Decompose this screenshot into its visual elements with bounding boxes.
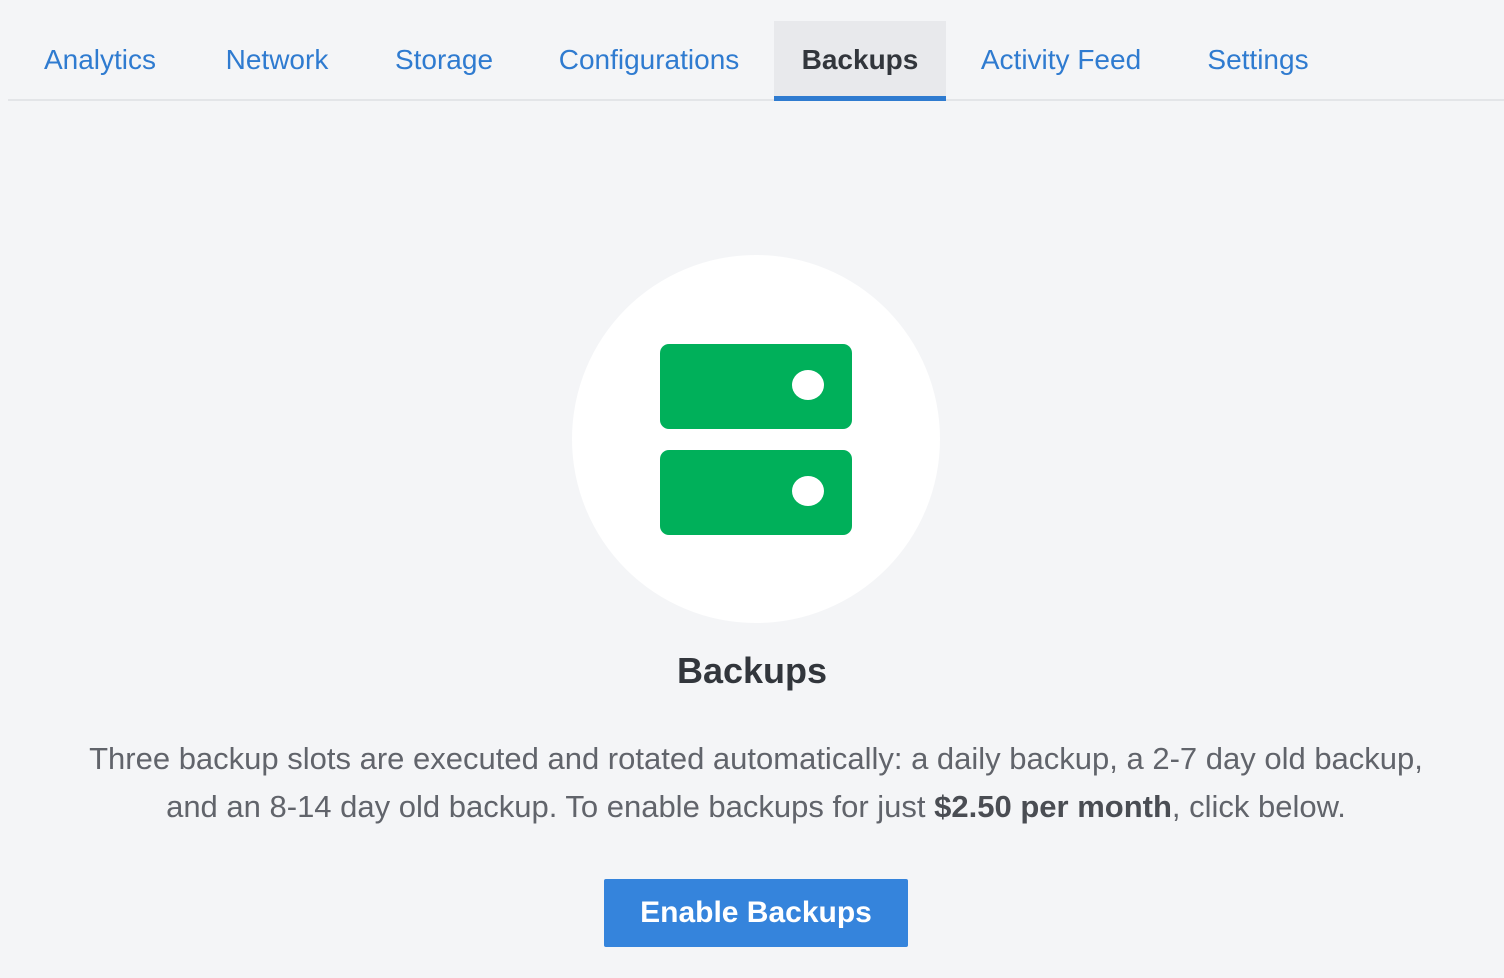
server-led-icon [792,370,824,400]
enable-backups-button[interactable]: Enable Backups [604,879,908,947]
tab-settings[interactable]: Settings [1198,21,1318,99]
tab-analytics[interactable]: Analytics [32,21,168,99]
section-title: Backups [676,650,828,691]
tab-network[interactable]: Network [208,21,346,99]
tab-storage[interactable]: Storage [383,21,505,99]
hero-illustration [572,255,940,623]
server-led-icon [792,476,824,506]
backup-description: Three backup slots are executed and rota… [0,735,1504,831]
server-unit-top [660,344,852,429]
description-text: and an 8-14 day old backup. To enable ba… [166,789,935,824]
server-unit-bottom [660,450,852,535]
description-text-end: , click below. [1171,789,1346,824]
price-text: $2.50 per month [934,789,1172,824]
tab-bar: Analytics Network Storage Configurations… [8,21,1504,101]
description-line-2: and an 8-14 day old backup. To enable ba… [0,783,1504,831]
tab-backups[interactable]: Backups [774,21,946,101]
tab-activity-feed[interactable]: Activity Feed [968,21,1154,99]
tab-configurations[interactable]: Configurations [544,21,754,99]
description-line-1: Three backup slots are executed and rota… [89,741,1423,776]
